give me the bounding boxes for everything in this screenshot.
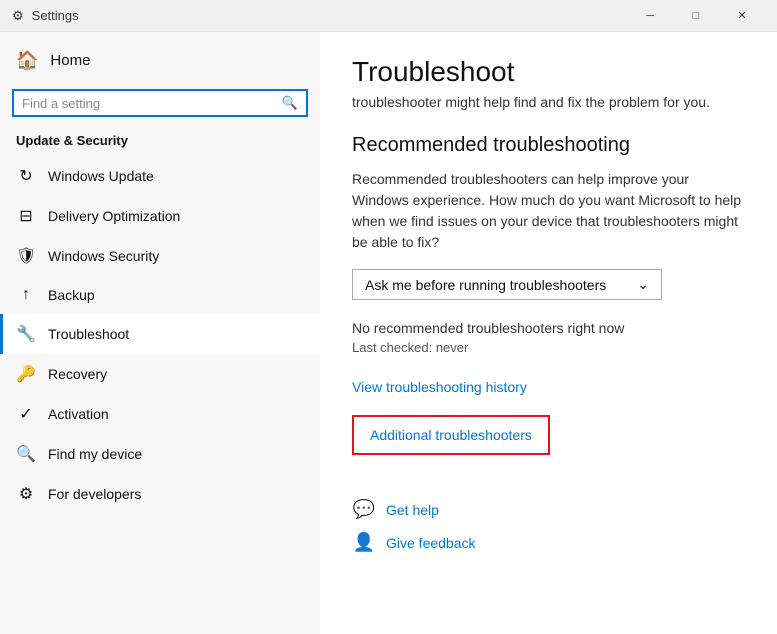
backup-icon: ↑	[16, 286, 36, 304]
sidebar-item-label: For developers	[48, 486, 141, 502]
sidebar-item-home[interactable]: 🏠 Home	[0, 40, 320, 81]
troubleshoot-icon: 🔧	[16, 324, 36, 344]
sidebar-item-label: Windows Security	[48, 248, 159, 264]
chevron-down-icon: ⌄	[637, 276, 649, 293]
get-help-item[interactable]: 💬 Get help	[352, 499, 745, 520]
get-help-link[interactable]: Get help	[386, 502, 439, 518]
recommended-description: Recommended troubleshooters can help imp…	[352, 169, 745, 253]
minimize-button[interactable]: ─	[627, 0, 673, 32]
search-icon: 🔍	[282, 95, 298, 111]
get-help-icon: 💬	[352, 499, 376, 520]
sidebar-home-label: Home	[50, 52, 90, 69]
recommended-section-title: Recommended troubleshooting	[352, 134, 745, 157]
additional-troubleshooters-link[interactable]: Additional troubleshooters	[370, 427, 532, 443]
windows-update-icon: ↻	[16, 166, 36, 186]
sidebar-item-backup[interactable]: ↑ Backup	[0, 276, 320, 314]
sidebar-item-for-developers[interactable]: ⚙ For developers	[0, 474, 320, 514]
search-box[interactable]: 🔍	[12, 89, 308, 117]
sidebar-item-windows-update[interactable]: ↻ Windows Update	[0, 156, 320, 196]
sidebar-item-activation[interactable]: ✓ Activation	[0, 394, 320, 434]
sidebar-item-label: Activation	[48, 406, 109, 422]
windows-security-icon: 🛡	[16, 246, 36, 266]
sidebar-item-find-my-device[interactable]: 🔍 Find my device	[0, 434, 320, 474]
maximize-button[interactable]: □	[673, 0, 719, 32]
find-my-device-icon: 🔍	[16, 444, 36, 464]
sidebar-item-label: Find my device	[48, 446, 142, 462]
troubleshooter-dropdown[interactable]: Ask me before running troubleshooters ⌄	[352, 269, 662, 300]
additional-troubleshooters-container: Additional troubleshooters	[352, 415, 550, 455]
last-checked-text: Last checked: never	[352, 340, 745, 355]
give-feedback-item[interactable]: 👤 Give feedback	[352, 532, 745, 553]
give-feedback-link[interactable]: Give feedback	[386, 535, 476, 551]
sidebar-item-label: Recovery	[48, 366, 107, 382]
delivery-optimization-icon: ⊟	[16, 206, 36, 226]
dropdown-value: Ask me before running troubleshooters	[365, 277, 606, 293]
main-content: Troubleshoot troubleshooter might help f…	[320, 32, 777, 634]
sidebar: 🏠 Home 🔍 Update & Security ↻ Windows Upd…	[0, 32, 320, 634]
search-input[interactable]	[22, 96, 282, 111]
page-title: Troubleshoot	[352, 56, 745, 88]
sidebar-item-label: Troubleshoot	[48, 326, 129, 342]
sidebar-item-label: Delivery Optimization	[48, 208, 180, 224]
give-feedback-icon: 👤	[352, 532, 376, 553]
view-history-link[interactable]: View troubleshooting history	[352, 379, 527, 395]
title-bar-controls: ─ □ ✕	[627, 0, 765, 32]
sidebar-item-recovery[interactable]: 🔑 Recovery	[0, 354, 320, 394]
sidebar-item-troubleshoot[interactable]: 🔧 Troubleshoot	[0, 314, 320, 354]
home-icon: 🏠	[16, 50, 38, 71]
recovery-icon: 🔑	[16, 364, 36, 384]
sidebar-item-label: Backup	[48, 287, 95, 303]
intro-text: troubleshooter might help find and fix t…	[352, 94, 745, 110]
sidebar-item-windows-security[interactable]: 🛡 Windows Security	[0, 236, 320, 276]
activation-icon: ✓	[16, 404, 36, 424]
sidebar-item-delivery-optimization[interactable]: ⊟ Delivery Optimization	[0, 196, 320, 236]
help-items: 💬 Get help 👤 Give feedback	[352, 499, 745, 553]
status-text: No recommended troubleshooters right now	[352, 320, 745, 336]
settings-icon: ⚙	[12, 8, 24, 24]
for-developers-icon: ⚙	[16, 484, 36, 504]
sidebar-item-label: Windows Update	[48, 168, 154, 184]
close-button[interactable]: ✕	[719, 0, 765, 32]
sidebar-section-title: Update & Security	[0, 129, 320, 156]
title-bar-title: Settings	[32, 8, 79, 23]
title-bar: ⚙ Settings ─ □ ✕	[0, 0, 777, 32]
app-body: 🏠 Home 🔍 Update & Security ↻ Windows Upd…	[0, 32, 777, 634]
